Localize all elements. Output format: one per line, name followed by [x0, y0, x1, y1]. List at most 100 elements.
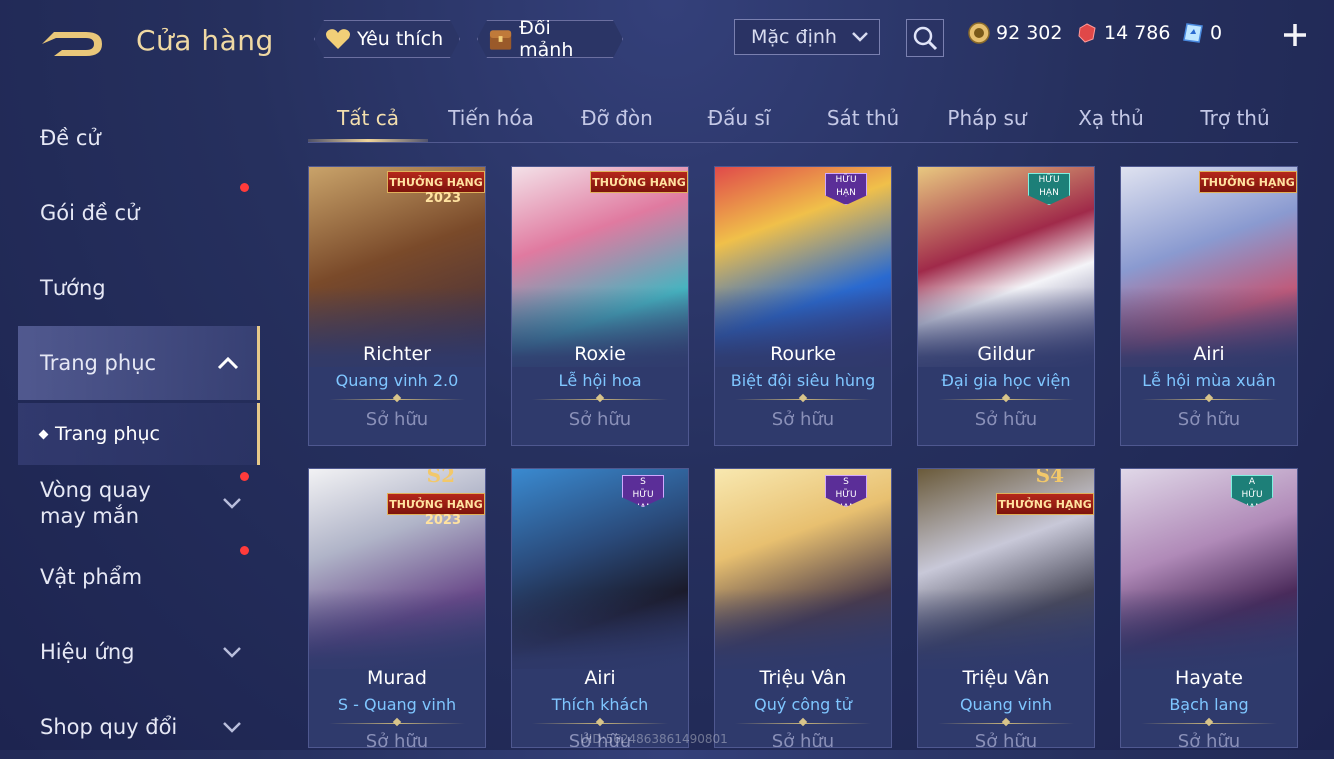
skin-name: Bạch lang — [1169, 695, 1249, 714]
hero-name: Triệu Vân — [962, 667, 1050, 689]
sidebar-item-label: Đề cử — [40, 126, 101, 150]
tab-marksman[interactable]: Xạ thủ — [1056, 96, 1166, 140]
tab-support[interactable]: Trợ thủ — [1180, 96, 1290, 140]
skin-card[interactable]: S4 THƯỞNG HẠNG Triệu Vân Quang vinh Sở h… — [917, 468, 1095, 748]
exchange-shard-label: Đổi mảnh — [519, 17, 574, 61]
tab-tank[interactable]: Đỡ đòn — [562, 96, 672, 140]
tab-all[interactable]: Tất cả — [308, 96, 428, 142]
sidebar-item-effects[interactable]: Hiệu ứng — [18, 620, 260, 684]
favorite-label: Yêu thích — [357, 28, 444, 50]
skin-card[interactable]: S2 THƯỞNG HẠNG 2023 Murad S - Quang vinh… — [308, 468, 486, 748]
hero-name: Murad — [367, 667, 427, 689]
skin-card[interactable]: AHỮU HẠN Hayate Bạch lang Sở hữu — [1120, 468, 1298, 748]
voucher-card-icon — [1183, 23, 1203, 43]
owned-status: Sở hữu — [365, 409, 429, 430]
owned-status: Sở hữu — [771, 731, 835, 748]
skin-name: Đại gia học viện — [941, 371, 1071, 390]
sidebar-item-recommended-packs[interactable]: Gói đề cử — [18, 181, 260, 245]
skin-name: S - Quang vinh — [337, 695, 457, 714]
season-badge: S2 — [426, 468, 455, 487]
owned-status: Sở hữu — [1177, 409, 1241, 430]
top-bar: Cửa hàng Yêu thích Đổi mảnh Mặc định 92 … — [0, 0, 1334, 78]
sidebar-item-heroes[interactable]: Tướng — [18, 256, 260, 320]
sidebar-subitem-skins[interactable]: Trang phục — [18, 403, 260, 465]
owned-status: Sở hữu — [974, 409, 1038, 430]
sidebar-item-skins[interactable]: Trang phục — [18, 326, 260, 400]
skin-card[interactable]: SHỮU HẠN Airi Thích khách Sở hữu — [511, 468, 689, 748]
voucher-amount: 0 — [1210, 22, 1223, 44]
search-button[interactable] — [906, 19, 944, 57]
sidebar-item-items[interactable]: Vật phẩm — [18, 545, 260, 609]
skin-name: Lễ hội mùa xuân — [1142, 371, 1276, 390]
exchange-shard-button[interactable]: Đổi mảnh — [477, 20, 623, 58]
gold-amount: 92 302 — [996, 22, 1063, 44]
rank-reward-badge: THƯỞNG HẠNG — [387, 171, 485, 193]
sidebar: Đề cử Gói đề cử Tướng Trang phục Trang p… — [0, 100, 262, 750]
skin-name: Quang vinh 2.0 — [335, 371, 459, 390]
voucher-balance: 0 — [1182, 22, 1222, 44]
owned-status: Sở hữu — [365, 731, 429, 748]
rank-reward-badge: THƯỞNG HẠNG — [387, 493, 485, 515]
skin-card[interactable]: THƯỞNG HẠNG 2023 Richter Quang vinh 2.0 … — [308, 166, 486, 446]
sort-dropdown[interactable]: Mặc định — [734, 19, 880, 55]
owned-status: Sở hữu — [1177, 731, 1241, 748]
skin-name: Quý công tử — [754, 695, 852, 714]
chevron-down-icon — [223, 647, 241, 658]
season-badge: S4 — [1035, 468, 1064, 487]
sidebar-item-label: Tướng — [40, 276, 106, 300]
skin-name: Lễ hội hoa — [558, 371, 642, 390]
hero-name: Triệu Vân — [759, 667, 847, 689]
sidebar-item-lucky-spin[interactable]: Vòng quay may mắn — [18, 470, 260, 536]
tab-evolution[interactable]: Tiến hóa — [436, 96, 546, 140]
role-tabs: Tất cả Tiến hóa Đỡ đòn Đấu sĩ Sát thủ Ph… — [308, 96, 1298, 143]
chevron-down-icon — [223, 722, 241, 733]
back-arrow-icon[interactable] — [40, 22, 108, 62]
chevron-up-icon — [217, 356, 239, 370]
hero-name: Airi — [584, 667, 616, 689]
rank-reward-badge: THƯỞNG HẠNG — [1199, 171, 1297, 193]
owned-status: Sở hữu — [568, 409, 632, 430]
rank-reward-badge: THƯỞNG HẠNG — [996, 493, 1094, 515]
chevron-down-icon — [223, 498, 241, 509]
skin-card[interactable]: HỮU HẠN Gildur Đại gia học viện Sở hữu — [917, 166, 1095, 446]
hero-name: Rourke — [770, 343, 836, 365]
hero-name: Richter — [363, 343, 431, 365]
sidebar-subitem-label: Trang phục — [55, 423, 161, 445]
sidebar-item-label: Vòng quay may mắn — [40, 478, 151, 528]
hero-name: Airi — [1193, 343, 1225, 365]
bullet-icon — [38, 429, 49, 439]
hero-name: Roxie — [574, 343, 626, 365]
sidebar-item-recommended[interactable]: Đề cử — [18, 106, 260, 170]
skin-name: Thích khách — [551, 695, 649, 714]
notification-dot — [240, 183, 249, 192]
ruby-amount: 14 786 — [1104, 22, 1171, 44]
sidebar-item-exchange-shop[interactable]: Shop quy đổi — [18, 695, 260, 759]
gold-balance: 92 302 — [968, 22, 1062, 44]
hero-name: Gildur — [977, 343, 1035, 365]
uid-watermark: UID:5624863861490801 — [580, 732, 728, 746]
sidebar-item-label: Gói đề cử — [40, 201, 140, 225]
add-currency-icon[interactable] — [1280, 20, 1310, 50]
favorite-button[interactable]: Yêu thích — [314, 20, 460, 58]
ruby-gem-icon — [1078, 23, 1096, 43]
rank-reward-badge: THƯỞNG HẠNG — [590, 171, 688, 193]
page-title: Cửa hàng — [136, 24, 274, 57]
skin-name: Biệt đội siêu hùng — [730, 371, 876, 390]
tab-assassin[interactable]: Sát thủ — [808, 96, 918, 140]
treasure-chest-icon — [488, 26, 513, 52]
sort-selected-value: Mặc định — [751, 26, 837, 48]
tab-mage[interactable]: Pháp sư — [932, 96, 1042, 140]
skin-card[interactable]: SHỮU HẠN Triệu Vân Quý công tử Sở hữu — [714, 468, 892, 748]
hero-name: Hayate — [1175, 667, 1243, 689]
sidebar-item-label: Shop quy đổi — [40, 715, 178, 739]
owned-status: Sở hữu — [974, 731, 1038, 748]
owned-status: Sở hữu — [771, 409, 835, 430]
skin-card[interactable]: THƯỞNG HẠNG Roxie Lễ hội hoa Sở hữu — [511, 166, 689, 446]
tab-fighter[interactable]: Đấu sĩ — [684, 96, 794, 140]
sidebar-item-label: Hiệu ứng — [40, 640, 135, 664]
chevron-down-icon — [852, 32, 868, 42]
skin-card[interactable]: HỮU HẠN Rourke Biệt đội siêu hùng Sở hữu — [714, 166, 892, 446]
ruby-balance: 14 786 — [1076, 22, 1170, 44]
skin-card[interactable]: THƯỞNG HẠNG Airi Lễ hội mùa xuân Sở hữu — [1120, 166, 1298, 446]
skin-name: Quang vinh — [959, 695, 1053, 714]
